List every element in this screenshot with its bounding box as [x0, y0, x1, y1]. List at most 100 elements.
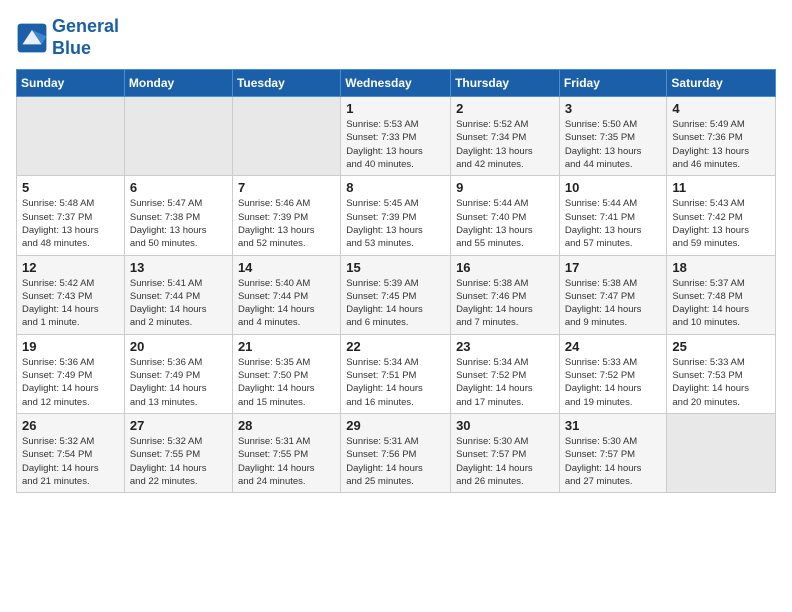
logo: General Blue — [16, 16, 119, 59]
day-number: 25 — [672, 339, 770, 354]
calendar-cell: 12 Sunrise: 5:42 AM Sunset: 7:43 PM Dayli… — [17, 255, 125, 334]
cell-info: Sunrise: 5:43 AM Sunset: 7:42 PM Dayligh… — [672, 197, 770, 250]
calendar-cell: 10 Sunrise: 5:44 AM Sunset: 7:41 PM Dayli… — [559, 176, 667, 255]
calendar-cell: 6 Sunrise: 5:47 AM Sunset: 7:38 PM Daylig… — [124, 176, 232, 255]
weekday-header-sunday: Sunday — [17, 70, 125, 97]
day-number: 9 — [456, 180, 554, 195]
day-number: 31 — [565, 418, 662, 433]
cell-info: Sunrise: 5:48 AM Sunset: 7:37 PM Dayligh… — [22, 197, 119, 250]
calendar-cell: 19 Sunrise: 5:36 AM Sunset: 7:49 PM Dayli… — [17, 334, 125, 413]
cell-info: Sunrise: 5:31 AM Sunset: 7:55 PM Dayligh… — [238, 435, 335, 488]
day-number: 3 — [565, 101, 662, 116]
day-number: 26 — [22, 418, 119, 433]
day-number: 22 — [346, 339, 445, 354]
day-number: 11 — [672, 180, 770, 195]
calendar-cell — [124, 97, 232, 176]
weekday-header-monday: Monday — [124, 70, 232, 97]
weekday-header-row: SundayMondayTuesdayWednesdayThursdayFrid… — [17, 70, 776, 97]
cell-info: Sunrise: 5:30 AM Sunset: 7:57 PM Dayligh… — [456, 435, 554, 488]
calendar-cell: 13 Sunrise: 5:41 AM Sunset: 7:44 PM Dayli… — [124, 255, 232, 334]
day-number: 23 — [456, 339, 554, 354]
day-number: 6 — [130, 180, 227, 195]
day-number: 7 — [238, 180, 335, 195]
calendar-cell: 26 Sunrise: 5:32 AM Sunset: 7:54 PM Dayli… — [17, 413, 125, 492]
calendar-cell: 31 Sunrise: 5:30 AM Sunset: 7:57 PM Dayli… — [559, 413, 667, 492]
day-number: 5 — [22, 180, 119, 195]
calendar-table: SundayMondayTuesdayWednesdayThursdayFrid… — [16, 69, 776, 493]
cell-info: Sunrise: 5:38 AM Sunset: 7:47 PM Dayligh… — [565, 277, 662, 330]
cell-info: Sunrise: 5:49 AM Sunset: 7:36 PM Dayligh… — [672, 118, 770, 171]
day-number: 29 — [346, 418, 445, 433]
day-number: 21 — [238, 339, 335, 354]
calendar-cell — [232, 97, 340, 176]
cell-info: Sunrise: 5:41 AM Sunset: 7:44 PM Dayligh… — [130, 277, 227, 330]
calendar-cell: 3 Sunrise: 5:50 AM Sunset: 7:35 PM Daylig… — [559, 97, 667, 176]
calendar-cell: 29Sunrise: 5:31 AM Sunset: 7:56 PM Dayli… — [341, 413, 451, 492]
cell-info: Sunrise: 5:40 AM Sunset: 7:44 PM Dayligh… — [238, 277, 335, 330]
calendar-cell: 24Sunrise: 5:33 AM Sunset: 7:52 PM Dayli… — [559, 334, 667, 413]
calendar-cell: 30Sunrise: 5:30 AM Sunset: 7:57 PM Dayli… — [451, 413, 560, 492]
calendar-cell: 11 Sunrise: 5:43 AM Sunset: 7:42 PM Dayli… — [667, 176, 776, 255]
calendar-cell: 20 Sunrise: 5:36 AM Sunset: 7:49 PM Dayli… — [124, 334, 232, 413]
cell-info: Sunrise: 5:47 AM Sunset: 7:38 PM Dayligh… — [130, 197, 227, 250]
cell-info: Sunrise: 5:37 AM Sunset: 7:48 PM Dayligh… — [672, 277, 770, 330]
cell-info: Sunrise: 5:53 AM Sunset: 7:33 PM Dayligh… — [346, 118, 445, 171]
day-number: 10 — [565, 180, 662, 195]
day-number: 17 — [565, 260, 662, 275]
calendar-cell: 14 Sunrise: 5:40 AM Sunset: 7:44 PM Dayli… — [232, 255, 340, 334]
calendar-cell: 17 Sunrise: 5:38 AM Sunset: 7:47 PM Dayli… — [559, 255, 667, 334]
calendar-cell — [17, 97, 125, 176]
calendar-cell — [667, 413, 776, 492]
calendar-cell: 27Sunrise: 5:32 AM Sunset: 7:55 PM Dayli… — [124, 413, 232, 492]
cell-info: Sunrise: 5:38 AM Sunset: 7:46 PM Dayligh… — [456, 277, 554, 330]
cell-info: Sunrise: 5:50 AM Sunset: 7:35 PM Dayligh… — [565, 118, 662, 171]
day-number: 20 — [130, 339, 227, 354]
calendar-week-row: 12 Sunrise: 5:42 AM Sunset: 7:43 PM Dayli… — [17, 255, 776, 334]
calendar-cell: 23 Sunrise: 5:34 AM Sunset: 7:52 PM Dayli… — [451, 334, 560, 413]
calendar-week-row: 5 Sunrise: 5:48 AM Sunset: 7:37 PM Daylig… — [17, 176, 776, 255]
cell-info: Sunrise: 5:42 AM Sunset: 7:43 PM Dayligh… — [22, 277, 119, 330]
day-number: 4 — [672, 101, 770, 116]
cell-info: Sunrise: 5:39 AM Sunset: 7:45 PM Dayligh… — [346, 277, 445, 330]
cell-info: Sunrise: 5:46 AM Sunset: 7:39 PM Dayligh… — [238, 197, 335, 250]
cell-info: Sunrise: 5:33 AM Sunset: 7:53 PM Dayligh… — [672, 356, 770, 409]
calendar-cell: 4 Sunrise: 5:49 AM Sunset: 7:36 PM Daylig… — [667, 97, 776, 176]
cell-info: Sunrise: 5:36 AM Sunset: 7:49 PM Dayligh… — [22, 356, 119, 409]
day-number: 15 — [346, 260, 445, 275]
weekday-header-tuesday: Tuesday — [232, 70, 340, 97]
calendar-cell: 15 Sunrise: 5:39 AM Sunset: 7:45 PM Dayli… — [341, 255, 451, 334]
cell-info: Sunrise: 5:36 AM Sunset: 7:49 PM Dayligh… — [130, 356, 227, 409]
day-number: 24 — [565, 339, 662, 354]
calendar-cell: 5 Sunrise: 5:48 AM Sunset: 7:37 PM Daylig… — [17, 176, 125, 255]
day-number: 28 — [238, 418, 335, 433]
cell-info: Sunrise: 5:34 AM Sunset: 7:52 PM Dayligh… — [456, 356, 554, 409]
cell-info: Sunrise: 5:52 AM Sunset: 7:34 PM Dayligh… — [456, 118, 554, 171]
calendar-cell: 9 Sunrise: 5:44 AM Sunset: 7:40 PM Daylig… — [451, 176, 560, 255]
cell-info: Sunrise: 5:32 AM Sunset: 7:54 PM Dayligh… — [22, 435, 119, 488]
calendar-cell: 18 Sunrise: 5:37 AM Sunset: 7:48 PM Dayli… — [667, 255, 776, 334]
day-number: 1 — [346, 101, 445, 116]
day-number: 12 — [22, 260, 119, 275]
calendar-cell: 25 Sunrise: 5:33 AM Sunset: 7:53 PM Dayli… — [667, 334, 776, 413]
calendar-cell: 21 Sunrise: 5:35 AM Sunset: 7:50 PM Dayli… — [232, 334, 340, 413]
day-number: 16 — [456, 260, 554, 275]
cell-info: Sunrise: 5:35 AM Sunset: 7:50 PM Dayligh… — [238, 356, 335, 409]
day-number: 14 — [238, 260, 335, 275]
calendar-cell: 22Sunrise: 5:34 AM Sunset: 7:51 PM Dayli… — [341, 334, 451, 413]
cell-info: Sunrise: 5:44 AM Sunset: 7:41 PM Dayligh… — [565, 197, 662, 250]
day-number: 19 — [22, 339, 119, 354]
calendar-cell: 28 Sunrise: 5:31 AM Sunset: 7:55 PM Dayli… — [232, 413, 340, 492]
weekday-header-thursday: Thursday — [451, 70, 560, 97]
calendar-cell: 8 Sunrise: 5:45 AM Sunset: 7:39 PM Daylig… — [341, 176, 451, 255]
weekday-header-wednesday: Wednesday — [341, 70, 451, 97]
cell-info: Sunrise: 5:32 AM Sunset: 7:55 PM Dayligh… — [130, 435, 227, 488]
cell-info: Sunrise: 5:44 AM Sunset: 7:40 PM Dayligh… — [456, 197, 554, 250]
day-number: 8 — [346, 180, 445, 195]
day-number: 18 — [672, 260, 770, 275]
cell-info: Sunrise: 5:45 AM Sunset: 7:39 PM Dayligh… — [346, 197, 445, 250]
cell-info: Sunrise: 5:30 AM Sunset: 7:57 PM Dayligh… — [565, 435, 662, 488]
calendar-week-row: 19 Sunrise: 5:36 AM Sunset: 7:49 PM Dayli… — [17, 334, 776, 413]
calendar-week-row: 26 Sunrise: 5:32 AM Sunset: 7:54 PM Dayli… — [17, 413, 776, 492]
day-number: 13 — [130, 260, 227, 275]
weekday-header-saturday: Saturday — [667, 70, 776, 97]
